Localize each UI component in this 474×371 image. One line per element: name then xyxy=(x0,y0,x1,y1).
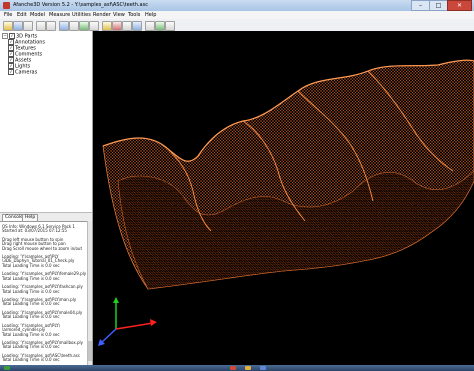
menu-model[interactable]: Model xyxy=(30,12,45,18)
console-output: OS Info: Windows 6.1 Service Pack 1 Start… xyxy=(0,221,92,366)
console-scrollbar[interactable] xyxy=(87,221,92,365)
console-line: Total Loading Time is 0.0 sec xyxy=(2,314,60,320)
start-icon[interactable] xyxy=(4,366,10,370)
console-line: Total Loading Time is 0.0 sec xyxy=(2,262,60,268)
wireframe-icon[interactable] xyxy=(122,21,132,31)
maximize-button[interactable]: □ xyxy=(429,0,448,11)
console-line: Total Loading Time is 0.0 sec xyxy=(2,357,60,363)
light-icon[interactable] xyxy=(102,21,112,31)
teeth-pointcloud xyxy=(98,59,474,346)
taskbar-browser-icon[interactable] xyxy=(260,366,266,370)
console-line: Started at: 03/07/2015 07:12:55 xyxy=(2,228,67,234)
fit-icon[interactable] xyxy=(89,21,99,31)
console-line: Total Loading Time is 0.0 sec xyxy=(2,301,60,307)
panel-tabs: Console Help xyxy=(0,212,92,222)
axis-z xyxy=(100,328,117,344)
rotate-icon[interactable] xyxy=(79,21,89,31)
axis-x xyxy=(115,322,154,330)
left-panel: − ✓ 3D Parts ✓ Annotations ✓ Textures ✓ Comme… xyxy=(0,31,93,366)
scrollbar-thumb[interactable] xyxy=(88,341,92,361)
settings-icon[interactable] xyxy=(165,21,175,31)
taskbar-app-icon[interactable] xyxy=(230,366,236,370)
3d-viewport[interactable] xyxy=(93,31,474,365)
menu-help[interactable]: Help xyxy=(145,12,156,18)
taskbar-folder-icon[interactable] xyxy=(245,366,251,370)
console-line: Drag Scroll mouse wheel to zoom in/out xyxy=(2,245,83,251)
tree-label: Cameras xyxy=(15,69,38,76)
redo-icon[interactable] xyxy=(46,21,56,31)
axis-gizmo xyxy=(98,297,157,346)
measure-icon[interactable] xyxy=(145,21,155,31)
menu-edit[interactable]: Edit xyxy=(17,12,27,18)
menu-file[interactable]: File xyxy=(4,12,12,18)
menu-measure[interactable]: Measure xyxy=(49,12,70,18)
minimize-button[interactable]: – xyxy=(411,0,430,11)
menu-view[interactable]: View xyxy=(113,12,125,18)
texture-icon[interactable] xyxy=(112,21,122,31)
save-icon[interactable] xyxy=(13,21,23,31)
console-line: Total Loading Time is 0.0 sec xyxy=(2,331,60,337)
menu-tools[interactable]: Tools xyxy=(128,12,140,18)
checkbox-icon[interactable]: ✓ xyxy=(8,69,14,75)
axis-x-arrow-icon xyxy=(150,319,157,326)
open-icon[interactable] xyxy=(3,21,13,31)
close-button[interactable]: ✕ xyxy=(447,0,472,11)
console-line: Total Loading Time is 0.0 sec xyxy=(2,344,60,350)
camera-icon[interactable] xyxy=(155,21,165,31)
tree-item-cameras[interactable]: ✓ Cameras xyxy=(8,69,38,76)
axis-y-arrow-icon xyxy=(113,297,119,303)
print-icon[interactable] xyxy=(23,21,33,31)
menu-render[interactable]: Render xyxy=(93,12,111,18)
menu-bar: File Edit Model Measure Utilities Render… xyxy=(0,11,474,19)
undo-icon[interactable] xyxy=(36,21,46,31)
window-title: Afanche3D Version 5.2 - Y:\samples_asf\A… xyxy=(13,2,148,8)
console-line: Total Loading Time is 0.0 sec xyxy=(2,288,60,294)
menu-utilities[interactable]: Utilities xyxy=(72,12,91,18)
scene-tree: − ✓ 3D Parts ✓ Annotations ✓ Textures ✓ Comme… xyxy=(0,31,92,211)
zoom-icon[interactable] xyxy=(59,21,69,31)
points-icon[interactable] xyxy=(132,21,142,31)
console-line: Total Loading Time is 0.0 sec xyxy=(2,275,60,281)
taskbar xyxy=(0,365,474,371)
pan-icon[interactable] xyxy=(69,21,79,31)
app-logo-icon xyxy=(3,2,10,9)
